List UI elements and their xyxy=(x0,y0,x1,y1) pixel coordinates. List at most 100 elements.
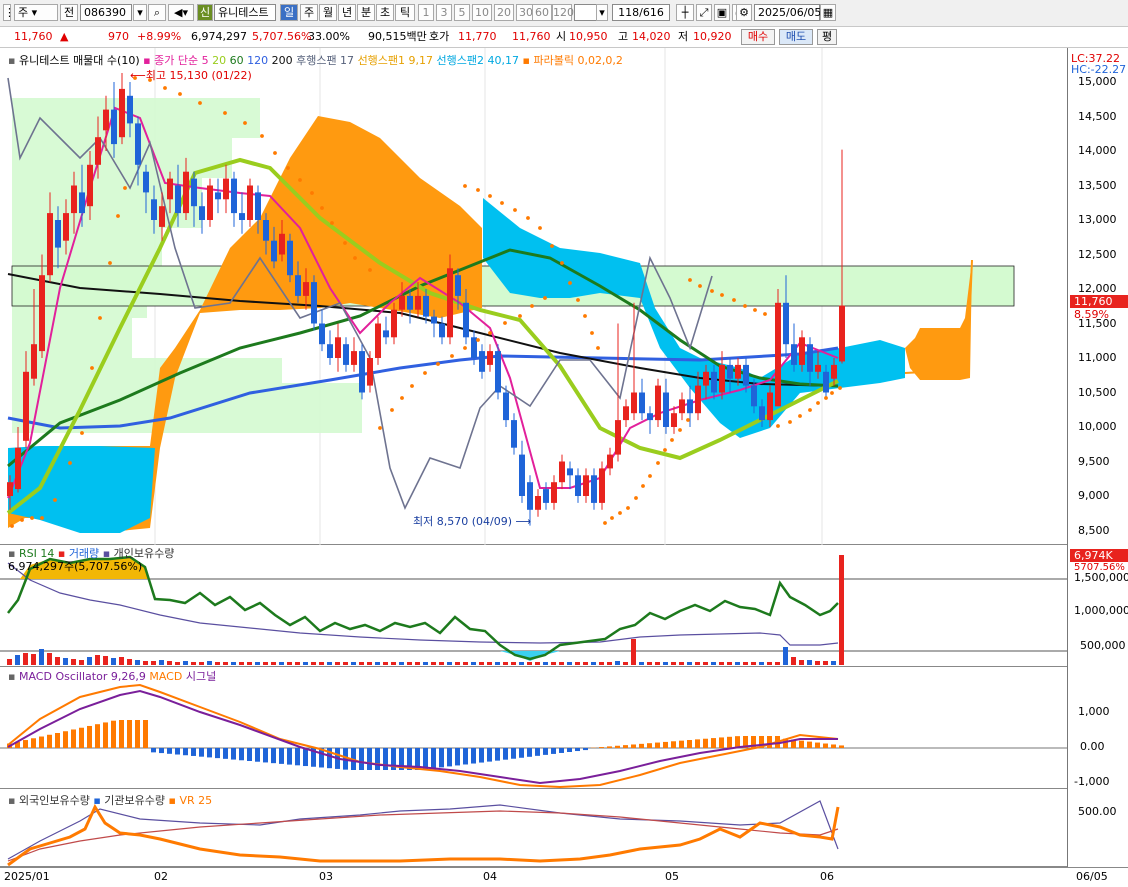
macd-osc-bar xyxy=(623,745,628,748)
current-volume-tag: 6,974K xyxy=(1070,549,1128,562)
candle-body xyxy=(215,192,221,200)
tab-second[interactable]: 초 xyxy=(376,4,394,21)
volume-panel[interactable]: ▪ RSI 14 ▪ 거래량 ▪ 개인보유수량 6,974,297주(5,707… xyxy=(0,545,1067,667)
parabolic-dot xyxy=(618,511,622,515)
tab-minute[interactable]: 분 xyxy=(357,4,375,21)
candle-body xyxy=(735,364,741,379)
tab-year[interactable]: 년 xyxy=(338,4,356,21)
parabolic-dot xyxy=(423,371,427,375)
high-price: 14,020 xyxy=(632,30,671,43)
volume-percent: 5,707.56% xyxy=(252,30,312,43)
speaker-icon[interactable]: ◀▾ xyxy=(168,4,194,21)
interval-1[interactable]: 1 xyxy=(418,4,434,21)
x-label-right: 06/05 xyxy=(1076,870,1108,883)
volume-bar xyxy=(831,661,836,665)
candle-body xyxy=(775,302,781,407)
volume-bar xyxy=(143,661,148,665)
macd-osc-bar xyxy=(183,748,188,756)
volume-bar xyxy=(751,662,756,665)
interval-3[interactable]: 3 xyxy=(436,4,452,21)
parabolic-dot xyxy=(330,221,334,225)
legend-marker-icon: ▪ xyxy=(522,54,530,67)
parabolic-dot xyxy=(476,338,480,342)
volume-bar xyxy=(87,657,92,665)
low-price: 10,920 xyxy=(693,30,732,43)
candle-body xyxy=(95,137,101,165)
volume-bar xyxy=(743,662,748,665)
volume-chart[interactable] xyxy=(0,545,1067,667)
macd-osc-bar xyxy=(423,748,428,770)
interval-60[interactable]: 60 xyxy=(532,4,552,21)
tab-tick[interactable]: 틱 xyxy=(395,4,415,21)
candle-type-icon[interactable]: ┼ xyxy=(676,4,694,21)
average-button[interactable]: 평 xyxy=(817,29,837,45)
settings-icon[interactable]: ⚙ xyxy=(736,4,752,21)
volume-bar xyxy=(255,662,260,665)
chevron-down-icon[interactable]: ▾ xyxy=(596,4,608,21)
parabolic-dot xyxy=(543,296,547,300)
parabolic-dot xyxy=(518,314,522,318)
sell-button[interactable]: 매도 xyxy=(779,29,813,45)
volume-bar xyxy=(535,662,540,665)
stock-name-field[interactable]: 유니테스트 xyxy=(214,4,276,21)
calendar-icon[interactable]: ▦ xyxy=(820,4,836,21)
code-input[interactable]: 086390 xyxy=(80,4,132,21)
macd-osc-bar xyxy=(47,734,52,748)
parabolic-dot xyxy=(450,354,454,358)
volume-bar xyxy=(455,662,460,665)
current-price-tag: 11,760 xyxy=(1070,295,1128,308)
price-panel[interactable]: ▪ 유니테스트 매물대 수(10) ▪ 종가 단순 5 20 60 120 20… xyxy=(0,48,1067,545)
candle-body xyxy=(639,392,645,414)
candle-body xyxy=(799,337,805,365)
macd-chart[interactable] xyxy=(0,667,1067,789)
save-icon[interactable]: ▣ xyxy=(714,4,730,21)
candle-body xyxy=(87,164,93,207)
volume-bar xyxy=(727,662,732,665)
candle-body xyxy=(519,454,525,496)
interval-10[interactable]: 10 xyxy=(472,4,492,21)
macd-osc-bar xyxy=(295,748,300,766)
macd-line xyxy=(7,683,839,789)
macd-osc-bar xyxy=(359,748,364,770)
volume-bar xyxy=(543,662,548,665)
candle-body xyxy=(783,302,789,345)
macd-osc-bar xyxy=(559,748,564,753)
tab-month[interactable]: 월 xyxy=(319,4,337,21)
tick-minus-1000: -1,000 xyxy=(1074,775,1110,788)
macd-osc-bar xyxy=(31,738,36,748)
holdings-panel[interactable]: ▪ 외국인보유수량 ▪ 기관보유수량 ▪ VR 25 xyxy=(0,789,1067,867)
price-tick: 8,500 xyxy=(1078,523,1110,537)
volume-bar xyxy=(167,661,172,665)
interval-5[interactable]: 5 xyxy=(454,4,470,21)
date-input[interactable]: 2025/06/05 xyxy=(754,4,821,21)
candle-body xyxy=(399,295,405,310)
tab-day[interactable]: 일 xyxy=(280,4,298,21)
price-chart[interactable] xyxy=(0,48,1067,545)
volume-bar xyxy=(735,662,740,665)
candle-body xyxy=(599,468,605,503)
period-select[interactable]: 주 ▾ xyxy=(14,4,58,21)
parabolic-dot xyxy=(688,278,692,282)
interval-120[interactable]: 120 xyxy=(552,4,574,21)
buy-button[interactable]: 매수 xyxy=(741,29,775,45)
dropdown-icon[interactable]: ▾ xyxy=(133,4,147,21)
volume-bar xyxy=(111,658,116,665)
candle-body xyxy=(655,385,661,421)
prev-button[interactable]: 전 xyxy=(60,4,78,21)
macd-osc-bar xyxy=(263,748,268,763)
search-icon[interactable]: ⌕ xyxy=(148,4,166,21)
parabolic-dot xyxy=(560,261,564,265)
interval-20[interactable]: 20 xyxy=(494,4,514,21)
macd-panel[interactable]: ▪ MACD Oscillator 9,26,9 MACD 시그널 xyxy=(0,667,1067,789)
volume-bar xyxy=(319,662,324,665)
macd-osc-bar xyxy=(575,748,580,752)
legend-ma200: 200 xyxy=(271,54,293,67)
low-note-text: 최저 8,570 (04/09) xyxy=(413,515,513,528)
trend-tool-icon[interactable]: ⤢ xyxy=(696,4,712,21)
institution-holding-line xyxy=(7,810,839,862)
parabolic-dot xyxy=(830,391,834,395)
tab-week[interactable]: 주 xyxy=(300,4,318,21)
candle-body xyxy=(375,323,381,358)
parabolic-dot xyxy=(596,346,600,350)
volume-bar xyxy=(783,647,788,665)
